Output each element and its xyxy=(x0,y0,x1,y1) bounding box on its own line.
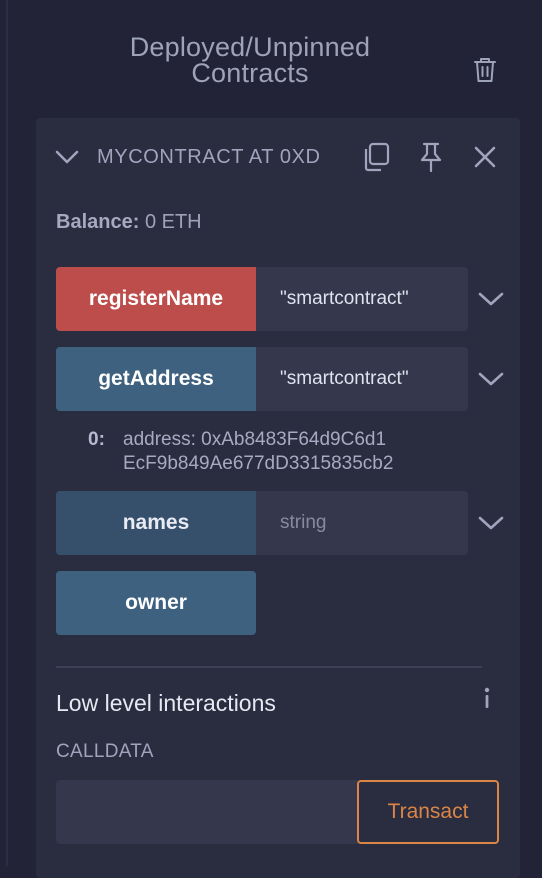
output-value: address: 0xAb8483F64d9C6d1 EcF9b849Ae677… xyxy=(123,428,483,476)
copy-icon[interactable] xyxy=(361,141,391,173)
trash-icon[interactable] xyxy=(472,56,498,84)
close-icon[interactable] xyxy=(472,144,498,170)
names-button[interactable]: names xyxy=(56,491,256,555)
section-title: Deployed/Unpinned Contracts xyxy=(129,32,371,88)
contract-name: MYCONTRACT AT 0XD xyxy=(97,146,321,168)
sidebar-edge xyxy=(6,0,8,866)
registerName-input[interactable]: "smartcontract" xyxy=(256,267,468,331)
output-index: 0: xyxy=(88,429,105,450)
pin-icon[interactable] xyxy=(417,141,445,173)
info-icon[interactable] xyxy=(478,684,496,712)
names-input[interactable]: string xyxy=(256,491,468,555)
chevron-down-icon[interactable] xyxy=(476,365,506,393)
calldata-label: CALLDATA xyxy=(56,741,154,762)
output-line-2: EcF9b849Ae677dD3315835cb2 xyxy=(123,453,394,474)
getAddress-input[interactable]: "smartcontract" xyxy=(256,347,468,411)
calldata-input[interactable] xyxy=(56,780,358,844)
balance: Balance: 0 ETH xyxy=(56,211,202,234)
section-header: Deployed/Unpinned Contracts xyxy=(0,34,542,94)
output-line-1: address: 0xAb8483F64d9C6d1 xyxy=(123,429,387,450)
low-level-title: Low level interactions xyxy=(56,690,276,716)
balance-value: 0 ETH xyxy=(144,211,202,233)
balance-label: Balance: xyxy=(56,211,140,233)
registerName-button[interactable]: registerName xyxy=(56,267,256,331)
chevron-down-icon[interactable] xyxy=(54,146,80,168)
function-row-names: names string xyxy=(56,491,504,555)
transact-button[interactable]: Transact xyxy=(357,780,499,844)
function-row-getAddress: getAddress "smartcontract" xyxy=(56,347,504,411)
owner-button[interactable]: owner xyxy=(56,571,256,635)
chevron-down-icon[interactable] xyxy=(476,285,506,313)
function-row-registerName: registerName "smartcontract" xyxy=(56,267,504,331)
getAddress-button[interactable]: getAddress xyxy=(56,347,256,411)
function-row-owner: owner xyxy=(56,571,468,635)
divider xyxy=(56,666,482,668)
chevron-down-icon[interactable] xyxy=(476,509,506,537)
